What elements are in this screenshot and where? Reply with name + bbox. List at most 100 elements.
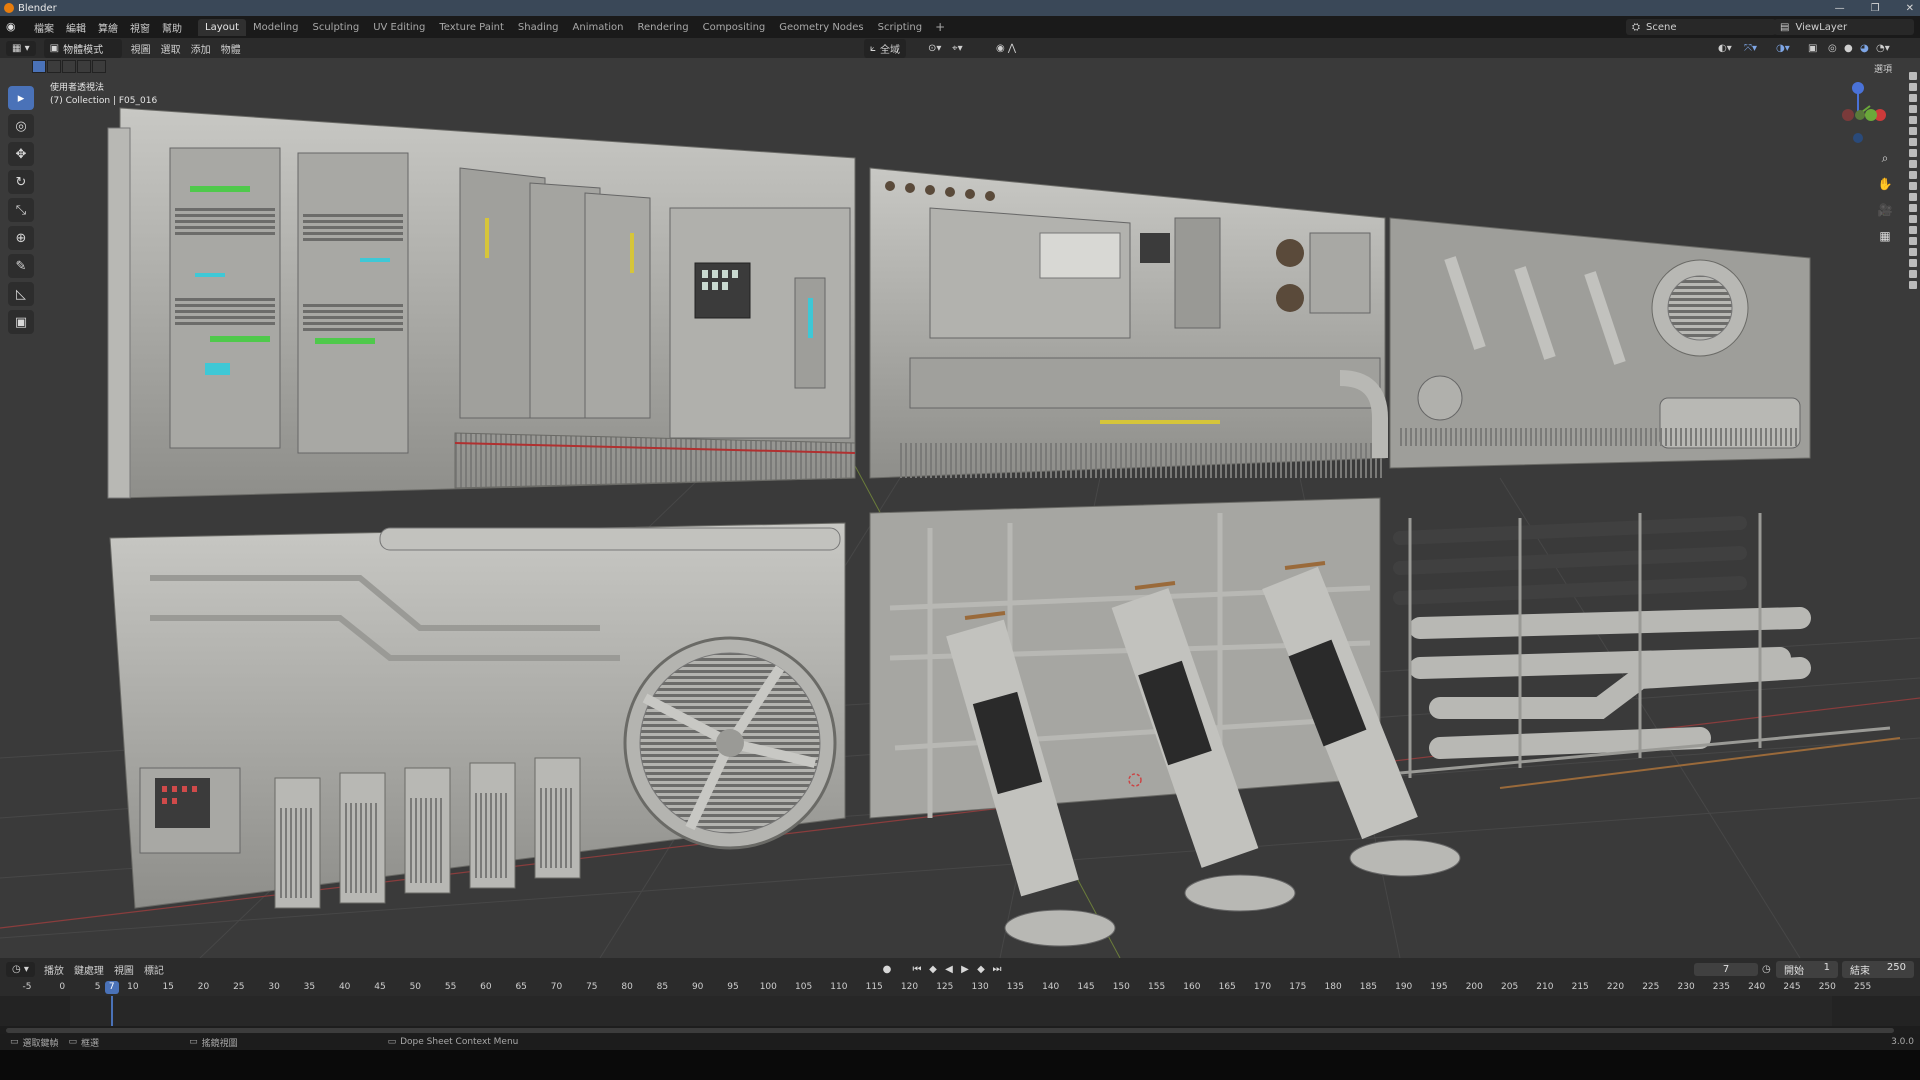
gizmo-toggle-icon[interactable]: ⤧▾ bbox=[1744, 43, 1757, 54]
tab-modeling[interactable]: Modeling bbox=[246, 19, 306, 36]
jump-end-icon[interactable]: ⏭ bbox=[990, 964, 1004, 975]
menu-marker[interactable]: 標記 bbox=[139, 962, 169, 977]
camera-view-icon[interactable]: 🎥 bbox=[1874, 200, 1896, 220]
menu-object[interactable]: 物體 bbox=[216, 41, 246, 56]
pan-hand-icon[interactable]: ✋ bbox=[1874, 174, 1896, 194]
snap-icon[interactable]: ⌖▾ bbox=[952, 43, 963, 54]
menu-window[interactable]: 視窗 bbox=[124, 20, 156, 35]
menu-playback[interactable]: 播放 bbox=[39, 962, 69, 977]
outliner-item-icon[interactable] bbox=[1909, 127, 1917, 135]
scifi-panel-top-left[interactable] bbox=[107, 107, 856, 499]
outliner-item-icon[interactable] bbox=[1909, 94, 1917, 102]
scene-selector[interactable]: ⛭ Scene bbox=[1626, 19, 1776, 35]
tab-rendering[interactable]: Rendering bbox=[631, 19, 696, 36]
outliner-item-icon[interactable] bbox=[1909, 171, 1917, 179]
menu-keying[interactable]: 鍵處理 bbox=[69, 962, 109, 977]
tab-texture-paint[interactable]: Texture Paint bbox=[432, 19, 511, 36]
transform-orientation-dropdown[interactable]: ⟀ 全域 bbox=[864, 38, 906, 58]
select-intersect-icon[interactable] bbox=[92, 60, 106, 73]
play-icon[interactable]: ▶ bbox=[958, 964, 972, 975]
view-layer-selector[interactable]: ▤ ViewLayer bbox=[1774, 19, 1914, 35]
end-frame-field[interactable]: 結束 250 bbox=[1842, 960, 1914, 978]
outliner-item-icon[interactable] bbox=[1909, 83, 1917, 91]
select-subtract-icon[interactable] bbox=[62, 60, 76, 73]
y-axis-icon[interactable] bbox=[1865, 109, 1877, 121]
tab-shading[interactable]: Shading bbox=[511, 19, 566, 36]
annotate-tool[interactable]: ✎ bbox=[8, 254, 34, 278]
solid-shading-icon[interactable]: ● bbox=[1844, 43, 1853, 54]
outliner-item-icon[interactable] bbox=[1909, 193, 1917, 201]
menu-add[interactable]: 添加 bbox=[186, 41, 216, 56]
prev-keyframe-icon[interactable]: ◆ bbox=[926, 964, 940, 975]
select-box-tool[interactable]: ▸ bbox=[8, 86, 34, 110]
tab-sculpting[interactable]: Sculpting bbox=[306, 19, 367, 36]
minimize-icon[interactable]: — bbox=[1835, 3, 1845, 14]
z-axis-icon[interactable] bbox=[1852, 82, 1864, 94]
current-frame-field[interactable]: 7 bbox=[1694, 962, 1758, 976]
pivot-icon[interactable]: ⊙▾ bbox=[928, 43, 941, 54]
record-icon[interactable]: ● bbox=[880, 964, 894, 975]
tab-geometry-nodes[interactable]: Geometry Nodes bbox=[772, 19, 870, 36]
outliner-item-icon[interactable] bbox=[1909, 105, 1917, 113]
tab-uv-editing[interactable]: UV Editing bbox=[366, 19, 432, 36]
overlay-toggle-icon[interactable]: ◑▾ bbox=[1776, 43, 1790, 54]
mode-dropdown[interactable]: ▣ 物體模式 bbox=[43, 38, 122, 58]
tab-compositing[interactable]: Compositing bbox=[696, 19, 773, 36]
rendered-shading-icon[interactable]: ◔▾ bbox=[1876, 43, 1890, 54]
outliner-item-icon[interactable] bbox=[1909, 259, 1917, 267]
3d-viewport[interactable] bbox=[0, 58, 1920, 958]
preview-range-icon[interactable]: ◷ bbox=[1762, 964, 1771, 975]
timeline-ruler[interactable]: -5 0 5 10 15 20 25 30 35 40 45 50 55 60 65 70 75 80 85 90 95… bbox=[0, 980, 1920, 996]
select-invert-icon[interactable] bbox=[77, 60, 91, 73]
menu-timeline-view[interactable]: 視圖 bbox=[109, 962, 139, 977]
playhead[interactable] bbox=[110, 996, 113, 1026]
move-tool[interactable]: ✥ bbox=[8, 142, 34, 166]
timeline-scrollbar[interactable] bbox=[6, 1028, 1894, 1033]
tab-animation[interactable]: Animation bbox=[566, 19, 631, 36]
proportional-edit-icon[interactable]: ◉ ⋀ bbox=[996, 43, 1016, 54]
add-cube-tool[interactable]: ▣ bbox=[8, 310, 34, 334]
scifi-panel-top-right[interactable] bbox=[869, 167, 1388, 479]
jump-start-icon[interactable]: ⏮ bbox=[910, 964, 924, 975]
outliner-item-icon[interactable] bbox=[1909, 160, 1917, 168]
neg-z-axis-icon[interactable] bbox=[1853, 133, 1863, 143]
outliner-item-icon[interactable] bbox=[1909, 226, 1917, 234]
navigation-gizmo[interactable] bbox=[1818, 80, 1898, 150]
outliner-item-icon[interactable] bbox=[1909, 215, 1917, 223]
timeline-area[interactable] bbox=[0, 996, 1920, 1026]
neg-x-axis-icon[interactable] bbox=[1842, 109, 1854, 121]
outliner-item-icon[interactable] bbox=[1909, 149, 1917, 157]
menu-help[interactable]: 幫助 bbox=[156, 20, 188, 35]
outliner-item-icon[interactable] bbox=[1909, 237, 1917, 245]
outliner-item-icon[interactable] bbox=[1909, 72, 1917, 80]
outliner-item-icon[interactable] bbox=[1909, 204, 1917, 212]
options-dropdown[interactable]: 選項 bbox=[1874, 62, 1892, 75]
next-keyframe-icon[interactable]: ◆ bbox=[974, 964, 988, 975]
zoom-icon[interactable]: ⌕ bbox=[1874, 148, 1896, 168]
menu-file[interactable]: 檔案 bbox=[28, 20, 60, 35]
outliner-item-icon[interactable] bbox=[1909, 281, 1917, 289]
scale-tool[interactable]: ⤡ bbox=[8, 198, 34, 222]
xray-icon[interactable]: ▣ bbox=[1808, 43, 1817, 54]
neg-y-axis-icon[interactable] bbox=[1855, 110, 1865, 120]
close-icon[interactable]: ✕ bbox=[1906, 3, 1914, 14]
outliner-item-icon[interactable] bbox=[1909, 182, 1917, 190]
visibility-icon[interactable]: ◐▾ bbox=[1718, 43, 1732, 54]
select-extend-icon[interactable] bbox=[47, 60, 61, 73]
measure-tool[interactable]: ◺ bbox=[8, 282, 34, 306]
outliner-item-icon[interactable] bbox=[1909, 248, 1917, 256]
wireframe-shading-icon[interactable]: ◎ bbox=[1828, 43, 1837, 54]
ortho-grid-icon[interactable]: ▦ bbox=[1874, 226, 1896, 246]
current-frame-indicator[interactable]: 7 bbox=[104, 981, 119, 994]
blender-menu-icon[interactable]: ◉ bbox=[6, 20, 22, 34]
editor-type-button[interactable]: ▦ ▾ bbox=[6, 40, 36, 56]
transform-tool[interactable]: ⊕ bbox=[8, 226, 34, 250]
maximize-icon[interactable]: ❐ bbox=[1871, 3, 1880, 14]
outliner-item-icon[interactable] bbox=[1909, 270, 1917, 278]
menu-edit[interactable]: 編輯 bbox=[60, 20, 92, 35]
cursor-tool[interactable]: ◎ bbox=[8, 114, 34, 138]
outliner-item-icon[interactable] bbox=[1909, 138, 1917, 146]
tab-scripting[interactable]: Scripting bbox=[871, 19, 929, 36]
scifi-machinery-top-right[interactable] bbox=[1389, 217, 1811, 469]
add-workspace-button[interactable]: + bbox=[929, 20, 951, 34]
